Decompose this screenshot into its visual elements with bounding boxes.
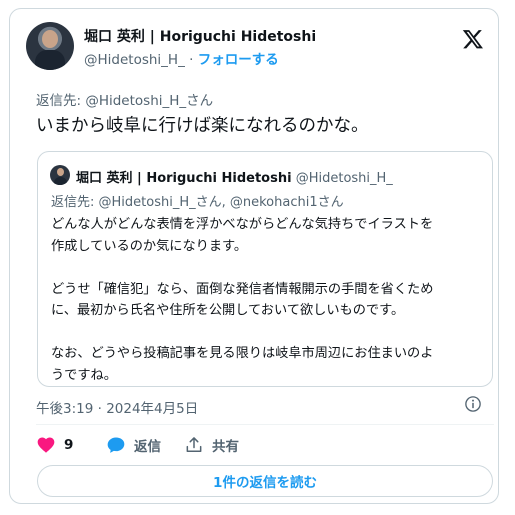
heart-icon: [37, 437, 55, 453]
quoted-paragraph: どうせ「確信犯」なら、面倒な発信者情報開示の手間を省くため に、最初から氏名や住所…: [51, 281, 434, 319]
reply-label: 返信: [134, 439, 161, 455]
x-logo-icon[interactable]: [462, 28, 484, 50]
share-icon: [186, 437, 202, 452]
read-replies-button[interactable]: 1件の返信を読む: [37, 465, 493, 497]
quoted-reply-to: 返信先: @Hidetoshi_H_さん, @nekohachi1さん: [51, 195, 344, 210]
author-handle-row: @Hidetoshi_H_ · フォローする: [84, 48, 279, 68]
quoted-paragraph: どんな人がどんな表情を浮かべながらどんな気持ちでイラストを 作成しているのか気にな…: [51, 217, 434, 254]
divider: [36, 424, 494, 425]
separator: ·: [189, 52, 194, 68]
tweet-text: いまから岐阜に行けば楽になれるのかな。: [36, 116, 369, 136]
info-icon[interactable]: [464, 395, 482, 413]
follow-button[interactable]: フォローする: [198, 52, 279, 68]
quoted-paragraph: なお、どうやら投稿記事を見る限りは岐阜市周辺にお住まいのよ うですね。: [51, 346, 434, 383]
quoted-text: どんな人がどんな表情を浮かべながらどんな気持ちでイラストを 作成しているのか気にな…: [51, 214, 481, 408]
like-button[interactable]: 9: [36, 435, 73, 455]
quoted-tweet[interactable]: 堀口 英利 | Horiguchi Hidetoshi @Hidetoshi_H…: [37, 151, 493, 387]
quoted-author: 堀口 英利 | Horiguchi Hidetoshi @Hidetoshi_H…: [76, 167, 393, 186]
quoted-avatar: [50, 165, 70, 185]
avatar[interactable]: [26, 22, 74, 70]
author-handle[interactable]: @Hidetoshi_H_: [84, 52, 185, 68]
share-label: 共有: [212, 439, 239, 455]
tweet-card: 堀口 英利 | Horiguchi Hidetoshi @Hidetoshi_H…: [9, 8, 499, 504]
quoted-author-handle: @Hidetoshi_H_: [295, 171, 393, 186]
reply-bubble-icon: [107, 437, 125, 453]
quoted-author-name: 堀口 英利 | Horiguchi Hidetoshi: [76, 171, 292, 186]
timestamp[interactable]: 午後3:19 · 2024年4月5日: [36, 397, 198, 417]
like-count: 9: [64, 437, 74, 453]
share-button[interactable]: 共有: [184, 435, 239, 455]
action-bar: 9 返信 共有: [36, 435, 436, 457]
reply-to-label[interactable]: 返信先: @Hidetoshi_H_さん: [36, 89, 213, 109]
tweet-header: 堀口 英利 | Horiguchi Hidetoshi @Hidetoshi_H…: [26, 20, 484, 74]
reply-button[interactable]: 返信: [106, 435, 161, 455]
author-name[interactable]: 堀口 英利 | Horiguchi Hidetoshi: [84, 26, 316, 46]
